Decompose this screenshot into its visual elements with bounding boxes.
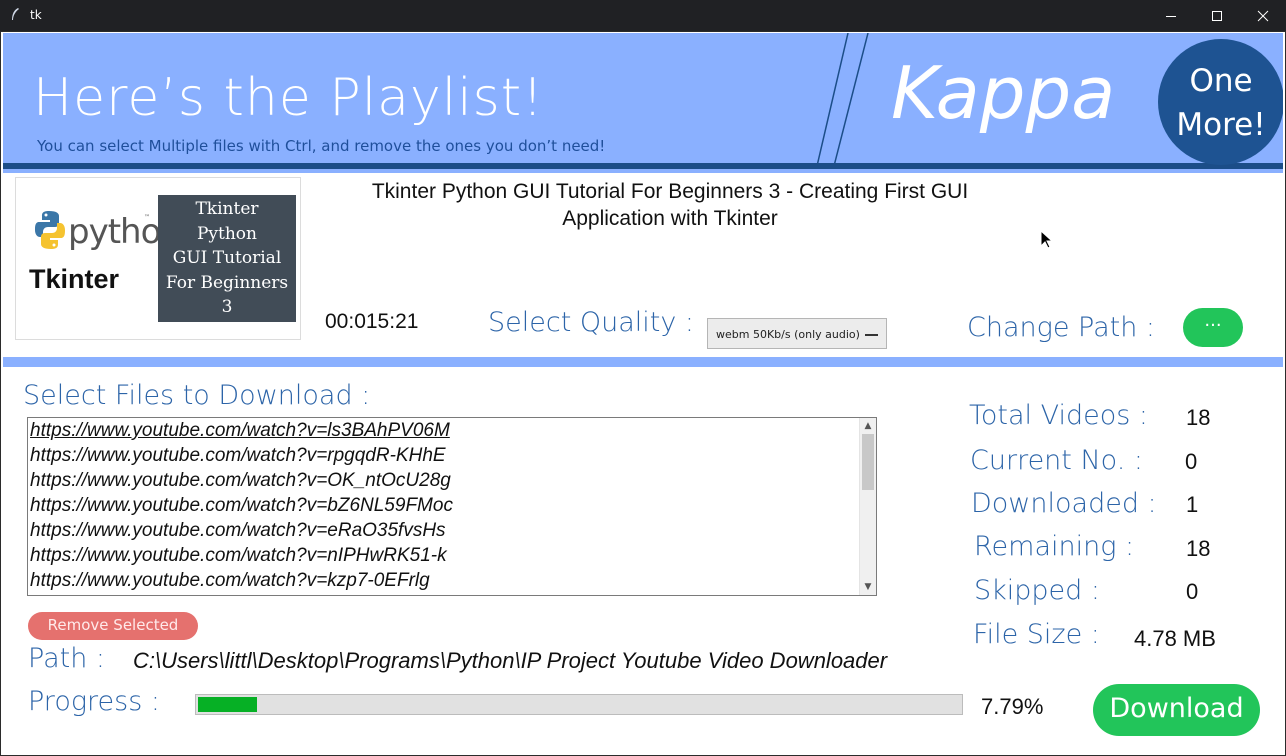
maximize-icon xyxy=(1212,10,1222,21)
list-item[interactable]: https://www.youtube.com/watch?v=eRaO35fv… xyxy=(28,518,876,543)
quality-label: Select Quality : xyxy=(488,307,695,338)
tkinter-wordmark: Tkinter xyxy=(29,264,120,294)
video-title-line2: Application with Tkinter xyxy=(562,207,778,230)
remaining-label: Remaining : xyxy=(974,531,1135,562)
one-more-line1: One xyxy=(1189,63,1253,99)
list-item[interactable]: https://www.youtube.com/watch?v=rpgqdR-K… xyxy=(28,443,876,468)
maximize-button[interactable] xyxy=(1194,0,1240,31)
path-value: C:\Users\littl\Desktop\Programs\Python\I… xyxy=(133,648,888,673)
brand-logo-text: Kappa xyxy=(891,51,1116,135)
quality-selected-value: webm 50Kb/s (only audio) xyxy=(716,328,860,341)
scroll-up-icon[interactable]: ▲ xyxy=(860,418,876,434)
change-path-label: Change Path : xyxy=(967,312,1156,343)
progress-label: Progress : xyxy=(28,686,160,717)
video-thumbnail: python ™ Tkinter Tkinter Python GUI Tuto… xyxy=(15,177,301,340)
skipped-label: Skipped : xyxy=(974,575,1100,606)
path-label: Path : xyxy=(28,643,105,674)
thumbnail-line: Tkinter xyxy=(195,199,259,219)
listbox-scrollbar[interactable]: ▲ ▼ xyxy=(859,418,876,595)
thumbnail-line: For Beginners xyxy=(165,272,289,293)
quality-dropdown[interactable]: webm 50Kb/s (only audio) xyxy=(707,318,887,349)
scroll-down-icon[interactable]: ▼ xyxy=(860,579,876,595)
thumbnail-line: GUI Tutorial xyxy=(172,248,282,268)
window-titlebar: tk xyxy=(0,0,1286,31)
video-title: Tkinter Python GUI Tutorial For Beginner… xyxy=(320,178,1020,232)
video-title-line1: Tkinter Python GUI Tutorial For Beginner… xyxy=(371,180,969,203)
list-item[interactable]: https://www.youtube.com/watch?v=OK_ntOcU… xyxy=(28,468,876,493)
minimize-icon xyxy=(1166,15,1176,17)
downloaded-value: 1 xyxy=(1186,492,1199,517)
file-size-value: 4.78 MB xyxy=(1134,626,1216,651)
current-no-value: 0 xyxy=(1185,449,1198,474)
list-item[interactable]: https://www.youtube.com/watch?v=nIPHwRK5… xyxy=(28,543,876,568)
banner-stripe xyxy=(3,163,1283,169)
thumbnail-title-box: Tkinter Python GUI Tutorial For Beginner… xyxy=(158,195,296,322)
remove-selected-button[interactable]: Remove Selected xyxy=(28,612,198,640)
files-label: Select Files to Download : xyxy=(23,380,371,411)
one-more-line2: More! xyxy=(1176,107,1266,143)
close-button[interactable] xyxy=(1240,0,1286,31)
header-banner: Here’s the Playlist! You can select Mult… xyxy=(3,33,1283,173)
mouse-cursor-icon xyxy=(1040,230,1054,249)
section-divider xyxy=(3,357,1283,367)
skipped-value: 0 xyxy=(1186,579,1199,604)
banner-subtitle: You can select Multiple files with Ctrl,… xyxy=(37,137,606,155)
thumbnail-line: 3 xyxy=(221,297,233,317)
progress-percent: 7.79% xyxy=(981,694,1044,719)
feather-icon xyxy=(10,7,20,21)
banner-title: Here’s the Playlist! xyxy=(33,68,545,128)
close-icon xyxy=(1257,10,1269,21)
download-button[interactable]: Download xyxy=(1093,684,1260,736)
video-duration: 00:015:21 xyxy=(325,310,419,333)
window-title: tk xyxy=(30,8,42,22)
thumbnail-line: Python xyxy=(196,223,257,244)
list-item[interactable]: https://www.youtube.com/watch?v=ls3BAhPV… xyxy=(28,418,876,443)
progress-bar xyxy=(195,694,963,715)
one-more-button[interactable]: One More! xyxy=(1158,39,1283,165)
downloaded-label: Downloaded : xyxy=(971,488,1157,519)
python-logo-icon xyxy=(35,211,65,249)
trademark-mark: ™ xyxy=(144,214,150,221)
change-path-button[interactable]: ··· xyxy=(1183,308,1243,347)
remaining-value: 18 xyxy=(1186,536,1211,561)
total-videos-value: 18 xyxy=(1186,405,1211,430)
files-listbox[interactable]: https://www.youtube.com/watch?v=ls3BAhPV… xyxy=(27,417,877,596)
progress-bar-fill xyxy=(198,697,257,712)
minimize-button[interactable] xyxy=(1148,0,1194,31)
list-item[interactable]: https://www.youtube.com/watch?v=bZ6NL59F… xyxy=(28,493,876,518)
list-item[interactable]: https://www.youtube.com/watch?v=kzp7-0EF… xyxy=(28,568,876,593)
scroll-thumb[interactable] xyxy=(862,434,874,490)
dropdown-indicator-icon xyxy=(865,334,878,336)
total-videos-label: Total Videos : xyxy=(969,400,1149,431)
current-no-label: Current No. : xyxy=(970,445,1143,476)
file-size-label: File Size : xyxy=(973,619,1100,650)
